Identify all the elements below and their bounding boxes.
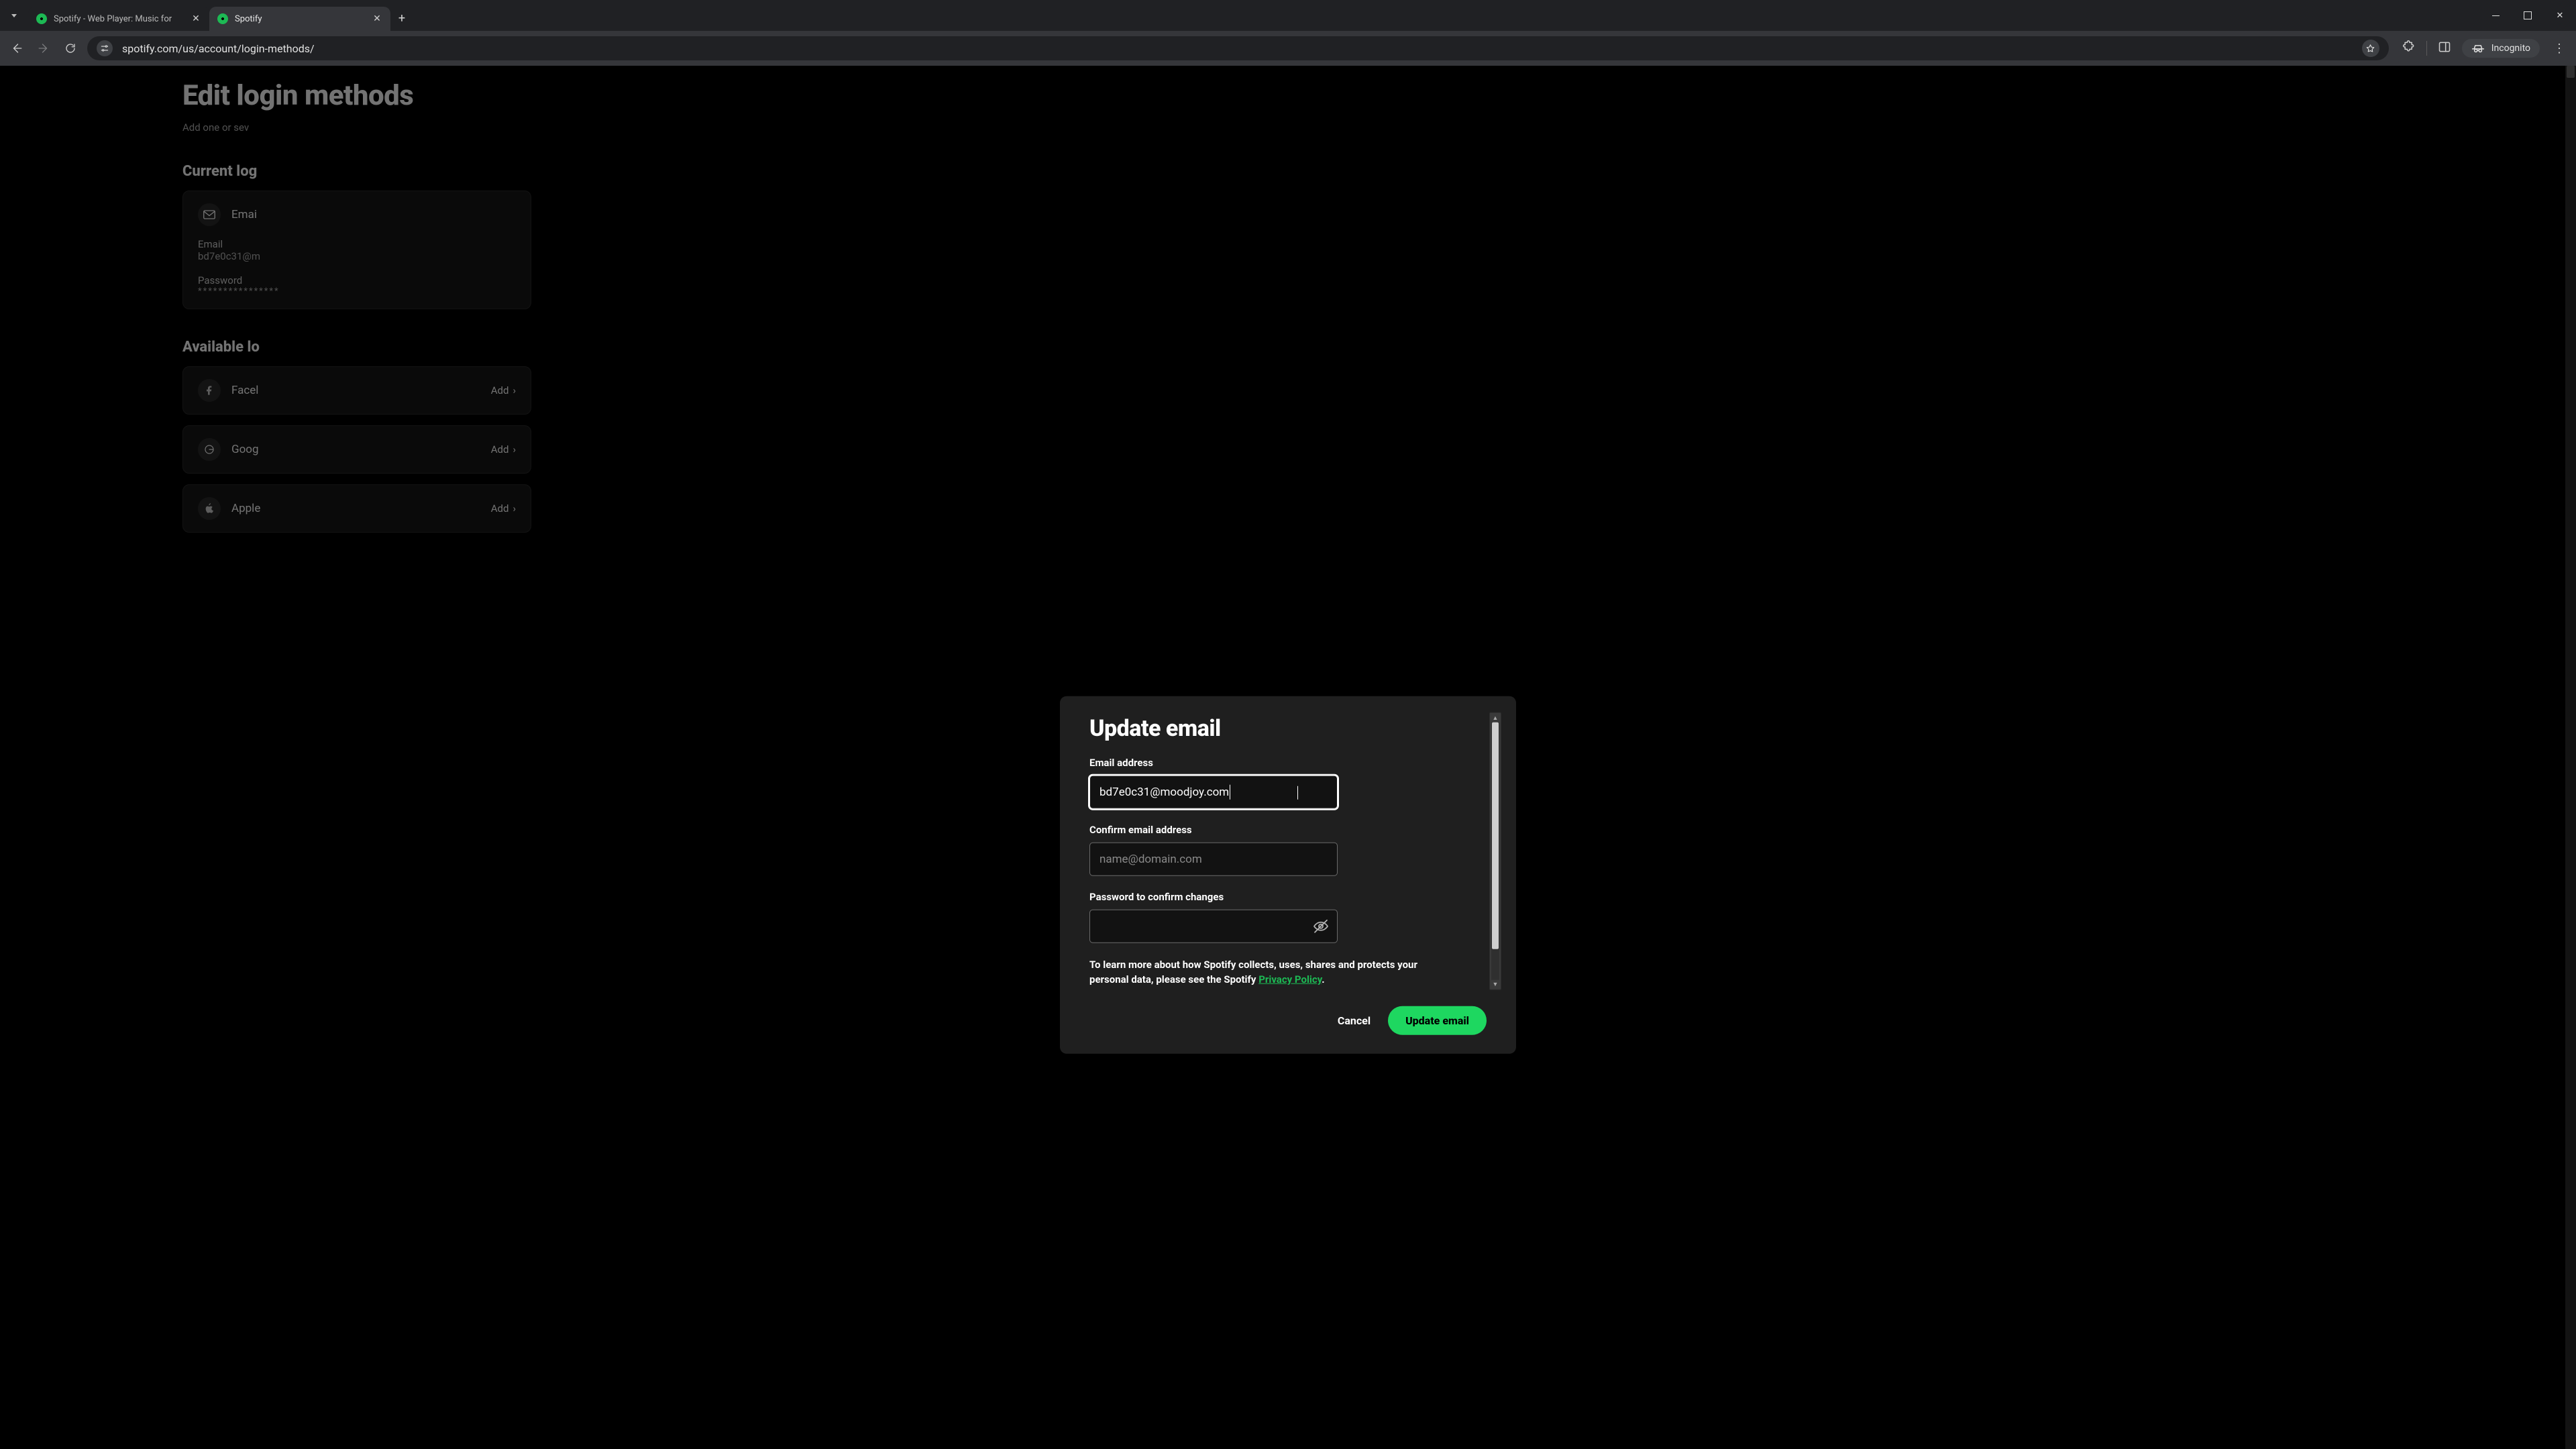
incognito-label: Incognito [2491,43,2530,54]
update-email-button[interactable]: Update email [1388,1006,1487,1035]
tab-title: Spotify [235,14,365,24]
tab-search-button[interactable] [0,0,28,31]
omnibox-url: spotify.com/us/account/login-methods/ [122,42,315,55]
browser-toolbar: spotify.com/us/account/login-methods/ [0,31,2576,66]
window-close-button[interactable] [2544,0,2576,31]
spotify-icon [217,13,228,24]
email-input[interactable]: bd7e0c31@moodjoy.com [1089,775,1338,809]
tab-strip: Spotify - Web Player: Music for ✕ Spotif… [0,0,2576,31]
browser-window: Spotify - Web Player: Music for ✕ Spotif… [0,0,2576,1449]
confirm-email-input[interactable]: name@domain.com [1089,843,1338,876]
star-icon [2365,44,2375,54]
arrow-left-icon [11,42,23,54]
forward-button[interactable] [34,38,54,58]
browser-tab-1[interactable]: Spotify ✕ [209,7,390,31]
window-maximize-button[interactable] [2512,0,2544,31]
tune-icon [100,44,109,53]
toolbar-divider [2426,41,2427,56]
privacy-policy-text: To learn more about how Spotify collects… [1089,958,1452,987]
incognito-indicator[interactable]: Incognito [2462,39,2540,58]
tab-close-button[interactable]: ✕ [191,13,201,24]
panel-icon [2438,40,2451,54]
eye-off-icon[interactable] [1313,918,1329,934]
window-controls [2479,0,2576,31]
modal-scrollbar-thumb[interactable] [1492,722,1499,949]
privacy-policy-link[interactable]: Privacy Policy [1258,973,1322,985]
puzzle-icon [2402,40,2416,54]
back-button[interactable] [7,38,27,58]
modal-title: Update email [1089,715,1487,742]
modal-scrollbar[interactable]: ▲ ▼ [1489,712,1501,990]
password-input[interactable] [1089,910,1338,943]
email-label: Email address [1089,757,1338,769]
browser-tab-0[interactable]: Spotify - Web Player: Music for ✕ [28,7,209,31]
page-viewport: Edit login methods Add one or sev Curren… [0,66,2576,1449]
scroll-down-icon: ▼ [1490,980,1501,989]
update-email-modal: ▲ ▼ Update email Email address bd7e0c31@… [1060,696,1516,1054]
password-label: Password to confirm changes [1089,891,1338,903]
scroll-up-icon: ▲ [1490,713,1501,722]
browser-menu-button[interactable]: ⋮ [2549,42,2569,56]
confirm-email-label: Confirm email address [1089,824,1338,836]
site-info-button[interactable] [97,40,113,56]
incognito-icon [2471,44,2485,53]
confirm-email-placeholder: name@domain.com [1099,853,1202,866]
side-panel-button[interactable] [2436,40,2453,57]
tab-close-button[interactable]: ✕ [372,13,382,24]
reload-button[interactable] [60,38,80,58]
bookmark-button[interactable] [2362,40,2379,57]
arrow-right-icon [38,42,50,54]
new-tab-button[interactable]: + [390,5,413,31]
window-minimize-button[interactable] [2479,0,2512,31]
chevron-down-icon [11,14,17,17]
cancel-button[interactable]: Cancel [1338,1014,1371,1027]
extensions-button[interactable] [2401,40,2417,57]
reload-icon [64,42,76,54]
spotify-icon [36,13,47,24]
omnibox[interactable]: spotify.com/us/account/login-methods/ [87,36,2389,60]
tab-title: Spotify - Web Player: Music for [54,14,184,24]
text-cursor-icon [1295,786,1301,800]
email-input-value: bd7e0c31@moodjoy.com [1099,786,1229,799]
